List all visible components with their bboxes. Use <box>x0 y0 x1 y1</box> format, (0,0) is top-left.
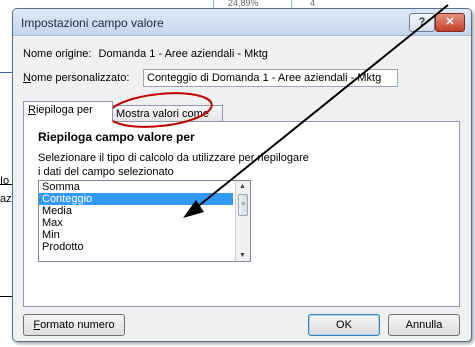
annotation-arrow-head <box>183 200 204 218</box>
annotation-overlay <box>107 4 449 218</box>
tab-summarize-by[interactable]: Riepiloga per <box>23 101 113 122</box>
annotation-arrow-line <box>195 4 449 209</box>
tab-label-accel: R <box>28 104 36 116</box>
annotation-circle <box>107 92 213 128</box>
tab-label: iepiloga per <box>35 104 93 116</box>
